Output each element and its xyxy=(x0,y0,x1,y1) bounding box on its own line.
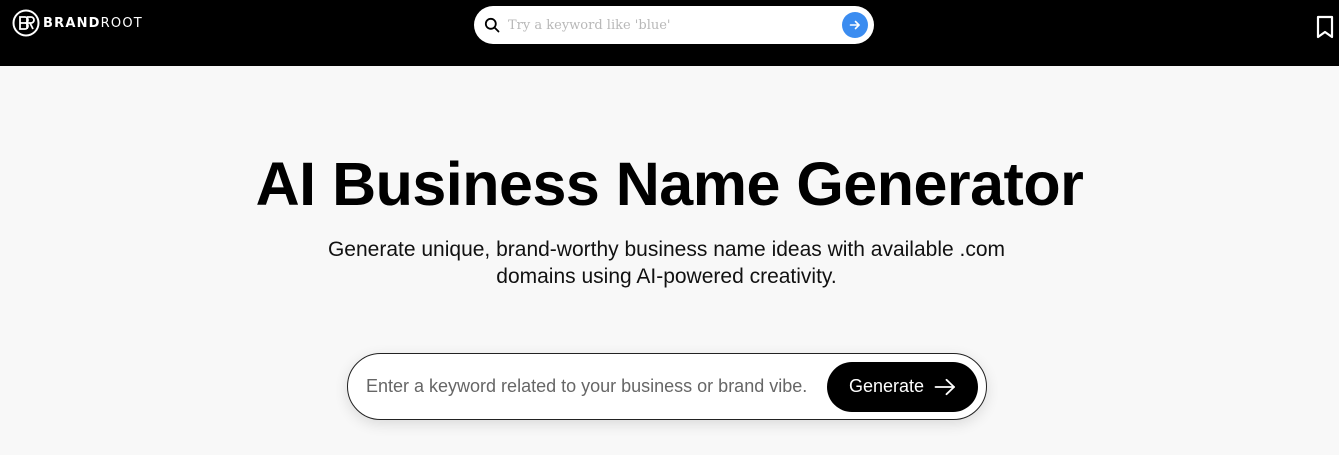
header-search-bar xyxy=(474,6,874,44)
logo-text-bold: BRAND xyxy=(43,15,101,31)
header-search-submit-button[interactable] xyxy=(842,12,868,38)
logo-text-light: ROOT xyxy=(100,15,143,31)
top-nav-bar: BRANDROOT xyxy=(0,0,1339,66)
page-subtitle: Generate unique, brand-worthy business n… xyxy=(327,238,1006,288)
logo-wordmark: BRANDROOT xyxy=(43,16,143,31)
bookmark-icon[interactable] xyxy=(1315,15,1335,39)
arrow-right-icon xyxy=(934,378,955,395)
generate-button[interactable]: Generate xyxy=(827,361,978,412)
header-search-input[interactable] xyxy=(506,9,842,41)
generator-form: Generate xyxy=(347,353,987,420)
brandroot-logo[interactable]: BRANDROOT xyxy=(12,9,143,37)
arrow-right-icon xyxy=(849,20,860,30)
page-title: AI Business Name Generator xyxy=(255,150,1084,218)
keyword-input[interactable] xyxy=(364,365,827,408)
brandroot-logo-icon xyxy=(12,9,40,37)
search-icon xyxy=(484,17,500,33)
generate-button-label: Generate xyxy=(848,376,925,396)
